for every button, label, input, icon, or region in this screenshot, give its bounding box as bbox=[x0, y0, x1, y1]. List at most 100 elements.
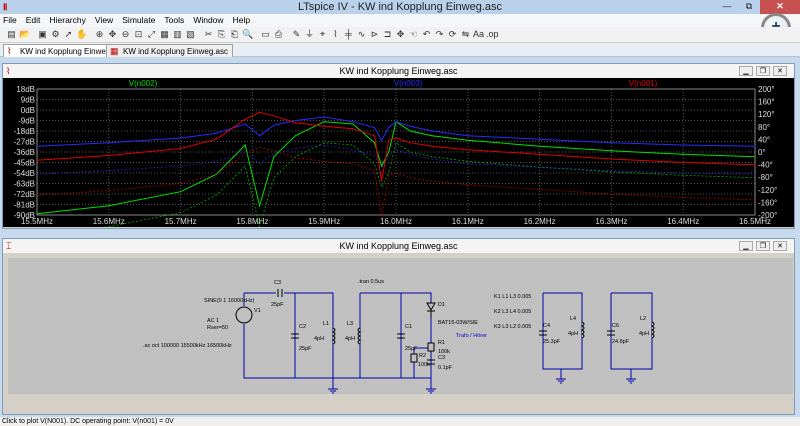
schematic-close-button[interactable]: ✕ bbox=[773, 241, 787, 251]
inductor-l2[interactable] bbox=[650, 321, 655, 339]
y2-tick-label: 120° bbox=[758, 110, 775, 119]
print-icon[interactable]: ⎙ bbox=[273, 29, 284, 40]
rser-spec: Rser=50 bbox=[207, 325, 228, 331]
draw-wire-icon[interactable]: ✎ bbox=[291, 29, 302, 40]
resistor-icon[interactable]: ⌇ bbox=[330, 29, 341, 40]
zoom-in-icon[interactable]: ⊕ bbox=[94, 29, 105, 40]
autorange-icon[interactable]: ⤢ bbox=[146, 29, 157, 40]
resistor-r2[interactable] bbox=[410, 353, 418, 363]
open-icon[interactable]: 📂 bbox=[19, 29, 30, 40]
label-net-icon[interactable]: ⌖ bbox=[317, 29, 328, 40]
move-icon[interactable]: ✥ bbox=[395, 29, 406, 40]
l2-value: 4pH bbox=[639, 331, 649, 337]
voltage-source-v1[interactable] bbox=[235, 306, 253, 324]
waveform-close-button[interactable]: ✕ bbox=[773, 66, 787, 76]
cascade-icon[interactable]: ▧ bbox=[185, 29, 196, 40]
grid-icon[interactable]: ▦ bbox=[159, 29, 170, 40]
tile-icon[interactable]: ▥ bbox=[172, 29, 183, 40]
component-icon[interactable]: ⊐ bbox=[382, 29, 393, 40]
mirror-icon[interactable]: ⇋ bbox=[460, 29, 471, 40]
redo-icon[interactable]: ↷ bbox=[434, 29, 445, 40]
x-tick-label: 15.9MHz bbox=[308, 217, 340, 226]
tran-directive[interactable]: .tran 0.5us bbox=[358, 279, 384, 285]
save-icon[interactable]: ▣ bbox=[37, 29, 48, 40]
capacitor-icon[interactable]: ╪ bbox=[343, 29, 354, 40]
inductor-l4[interactable] bbox=[580, 321, 585, 339]
run-icon[interactable]: ➚ bbox=[63, 29, 74, 40]
waveform-minimize-button[interactable]: ▁ bbox=[739, 66, 753, 76]
data-point bbox=[323, 121, 325, 123]
find-icon[interactable]: 🔍 bbox=[242, 29, 253, 40]
resistor-r1[interactable] bbox=[427, 342, 435, 352]
trace-phase[interactable] bbox=[36, 146, 756, 217]
drag-icon[interactable]: ☜ bbox=[408, 29, 419, 40]
text-icon[interactable]: Aa bbox=[473, 29, 484, 40]
k3-directive[interactable]: K3 L3 L2 0.005 bbox=[494, 324, 531, 330]
close-button[interactable]: ✕ bbox=[760, 0, 800, 14]
pan-icon[interactable]: ✥ bbox=[107, 29, 118, 40]
inductor-l1[interactable] bbox=[331, 327, 336, 345]
diode-d1[interactable] bbox=[426, 302, 436, 312]
schematic-window-titlebar: ⌶ KW ind Kopplung Einweg.asc ▁ ❐ ✕ bbox=[3, 239, 794, 253]
k2-directive[interactable]: K2 L3 L4 0.005 bbox=[494, 309, 531, 315]
data-point bbox=[180, 147, 182, 150]
waveform-plot[interactable]: 15.5MHz 15.6MHz 15.7MHz 15.8MHz 15.9MHz 16.0M… bbox=[3, 78, 794, 236]
menu-file[interactable]: File bbox=[0, 14, 20, 27]
control-panel-icon[interactable]: ⚙ bbox=[50, 29, 61, 40]
x-tick-label: 16.0MHz bbox=[380, 217, 412, 226]
window-title: LTspice IV - KW ind Kopplung Einweg.asc bbox=[297, 1, 502, 13]
schematic-restore-button[interactable]: ❐ bbox=[756, 241, 770, 251]
copy-icon[interactable]: ⎘ bbox=[216, 29, 227, 40]
schematic-icon: ▦ bbox=[110, 46, 119, 56]
toolbar: ▤ 📂 ▣ ⚙ ➚ ✋ ⊕ ✥ ⊖ ⊡ ⤢ ▦ ▥ ▧ ✂ ⎘ ⎗ 🔍 ▭ ⎙ ✎ ⏚ ⌖ ⌇ ╪ ∿ ⊳ ⊐ ✥ ☜ ↶ ↷ ⟳ ⇋ Aa .op bbox=[0, 27, 800, 43]
ac-directive[interactable]: .ac oct 100000 15500kHz 16500kHz bbox=[143, 343, 232, 349]
schematic-minimize-button[interactable]: ▁ bbox=[739, 241, 753, 251]
data-point bbox=[682, 161, 684, 164]
menu-hierarchy[interactable]: Hierarchy bbox=[46, 14, 88, 27]
trace-label[interactable]: V(n001) bbox=[629, 79, 658, 88]
menu-edit[interactable]: Edit bbox=[23, 14, 44, 27]
waveform-icon: ⌇ bbox=[7, 46, 12, 56]
data-point bbox=[409, 130, 411, 132]
data-point bbox=[395, 137, 397, 139]
menu-window[interactable]: Window bbox=[190, 14, 226, 27]
zoom-fit-icon[interactable]: ⊡ bbox=[133, 29, 144, 40]
y2-tick-label: -120° bbox=[758, 186, 777, 195]
zoom-out-icon[interactable]: ⊖ bbox=[120, 29, 131, 40]
v1-label: V1 bbox=[254, 308, 261, 314]
inductor-icon[interactable]: ∿ bbox=[356, 29, 367, 40]
circuit-diagram[interactable]: .tran 0.5us SINE(0 1 16000kHz) V1 AC 1 R… bbox=[8, 258, 793, 394]
trace-label[interactable]: V(n003) bbox=[394, 79, 423, 88]
data-point bbox=[373, 126, 376, 129]
rotate-icon[interactable]: ⟳ bbox=[447, 29, 458, 40]
halt-icon[interactable]: ✋ bbox=[76, 29, 87, 40]
cut-icon[interactable]: ✂ bbox=[203, 29, 214, 40]
new-schematic-icon[interactable]: ▤ bbox=[6, 29, 17, 40]
diode-icon[interactable]: ⊳ bbox=[369, 29, 380, 40]
paste-icon[interactable]: ⎗ bbox=[229, 29, 240, 40]
ground-icon[interactable]: ⏚ bbox=[304, 29, 315, 40]
inductor-l3[interactable] bbox=[357, 327, 362, 345]
bode-plot[interactable]: 15.5MHz 15.6MHz 15.7MHz 15.8MHz 15.9MHz 16.0M… bbox=[3, 78, 794, 236]
data-point bbox=[388, 139, 390, 141]
menu-tools[interactable]: Tools bbox=[161, 14, 187, 27]
menu-simulate[interactable]: Simulate bbox=[119, 14, 158, 27]
net-label-trafo[interactable]: Trafo / Hörer bbox=[456, 333, 487, 339]
spice-directive-icon[interactable]: .op bbox=[486, 29, 499, 40]
schematic-canvas[interactable]: .tran 0.5us SINE(0 1 16000kHz) V1 AC 1 R… bbox=[8, 258, 793, 394]
menu-help[interactable]: Help bbox=[230, 14, 253, 27]
data-point bbox=[323, 125, 325, 127]
print-setup-icon[interactable]: ▭ bbox=[260, 29, 271, 40]
tab-schematic[interactable]: ▦ KW ind Kopplung Einweg.asc bbox=[106, 44, 233, 57]
y2-tick-label: 40° bbox=[758, 135, 770, 144]
minimize-button[interactable]: — bbox=[716, 0, 738, 14]
undo-icon[interactable]: ↶ bbox=[421, 29, 432, 40]
waveform-restore-button[interactable]: ❐ bbox=[756, 66, 770, 76]
trace-label[interactable]: V(n002) bbox=[129, 79, 158, 88]
maximize-button[interactable]: ⧉ bbox=[738, 0, 760, 14]
k1-directive[interactable]: K1 L1 L3 0.005 bbox=[494, 294, 531, 300]
menu-view[interactable]: View bbox=[92, 14, 116, 27]
data-point bbox=[381, 139, 383, 141]
data-point bbox=[373, 142, 376, 144]
r2-value: 100k bbox=[418, 362, 430, 368]
